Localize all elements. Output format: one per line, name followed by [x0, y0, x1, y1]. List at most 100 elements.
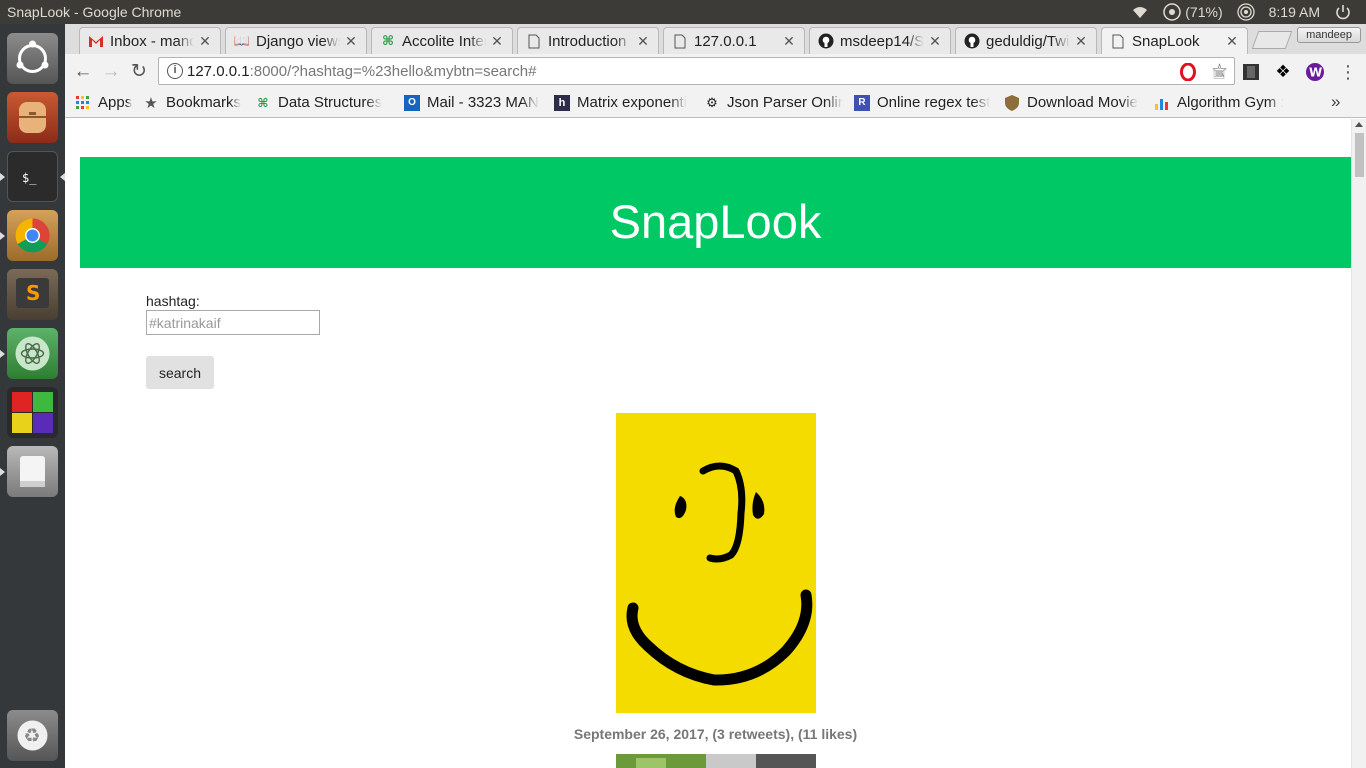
- reload-icon[interactable]: ↻: [127, 60, 151, 84]
- scroll-up-arrow-icon[interactable]: [1355, 122, 1363, 127]
- gmail-icon: [88, 33, 104, 49]
- page-viewport: SnapLook hashtag: search September 26, 2…: [65, 119, 1351, 768]
- bookmark-json-parser[interactable]: ⚙ Json Parser Onlir: [704, 94, 844, 111]
- tab-github-geduldig[interactable]: geduldig/Twi ✕: [955, 27, 1097, 54]
- close-icon[interactable]: ✕: [198, 33, 212, 50]
- atom-icon[interactable]: [7, 328, 58, 379]
- tab-label: SnapLook: [1132, 32, 1200, 50]
- tab-inbox[interactable]: Inbox - mand ✕: [79, 27, 221, 54]
- tab-github-msdeep14[interactable]: msdeep14/Sr ✕: [809, 27, 951, 54]
- running-indicator: [0, 350, 5, 358]
- drive-icon[interactable]: [7, 446, 58, 497]
- wifi-icon[interactable]: [1131, 3, 1149, 21]
- page-icon: [526, 33, 542, 49]
- hashtag-input[interactable]: [146, 310, 320, 335]
- clock[interactable]: 8:19 AM: [1269, 4, 1320, 20]
- tab-label: 127.0.0.1: [694, 32, 757, 50]
- new-tab-button[interactable]: [1251, 31, 1293, 49]
- close-icon[interactable]: ✕: [490, 33, 504, 50]
- github-icon: [818, 33, 834, 49]
- tab-label: Accolite Inter: [402, 32, 486, 50]
- extension-icon[interactable]: ▣: [1209, 62, 1229, 82]
- bookmarks-bar: Apps ★ Bookmarks ⌘ Data Structures O Mai…: [65, 90, 1366, 118]
- ubuntu-dash-icon[interactable]: [7, 33, 58, 84]
- opera-icon[interactable]: [1178, 62, 1198, 82]
- system-top-bar: SnapLook - Google Chrome (71%) 8:19 AM: [0, 0, 1366, 24]
- trash-icon[interactable]: ♻: [7, 710, 58, 761]
- bookmark-download-movie[interactable]: Download Movie: [1004, 94, 1143, 111]
- star-icon: ★: [144, 94, 158, 112]
- power-icon[interactable]: [1334, 3, 1352, 21]
- window-title: SnapLook - Google Chrome: [7, 4, 182, 20]
- files-icon[interactable]: [7, 92, 58, 143]
- close-icon[interactable]: ✕: [1074, 33, 1088, 50]
- puzzle-icon[interactable]: ❖: [1273, 62, 1293, 82]
- vertical-scrollbar[interactable]: [1351, 119, 1366, 768]
- bookmark-mail[interactable]: O Mail - 3323 MAN: [404, 94, 543, 111]
- tab-snaplook[interactable]: SnapLook ✕: [1101, 27, 1248, 54]
- hackerrank-icon: h: [554, 94, 570, 111]
- battery-percent: (71%): [1185, 4, 1223, 20]
- w-extension-icon[interactable]: W: [1305, 62, 1325, 82]
- running-indicator: [0, 173, 5, 181]
- hashtag-label: hashtag:: [146, 293, 200, 309]
- bookmark-label: Matrix exponenti: [577, 94, 688, 111]
- tab-accolite[interactable]: ⌘ Accolite Inter ✕: [371, 27, 513, 54]
- regex-icon: R: [854, 94, 870, 111]
- bookmark-label: Mail - 3323 MAN: [427, 94, 539, 111]
- forward-arrow-icon[interactable]: →: [99, 60, 123, 84]
- chrome-icon[interactable]: [7, 210, 58, 261]
- tab-strip: Inbox - mand ✕ 📖 Django views ✕ ⌘ Accoli…: [65, 24, 1366, 54]
- bookmark-data-structures[interactable]: ⌘ Data Structures: [255, 94, 387, 111]
- film-icon[interactable]: [1241, 62, 1261, 82]
- back-arrow-icon[interactable]: ←: [71, 60, 95, 84]
- close-icon[interactable]: ✕: [344, 33, 358, 50]
- tab-localhost[interactable]: 127.0.0.1 ✕: [663, 27, 805, 54]
- sublime-text-icon[interactable]: S: [7, 269, 58, 320]
- hackerearth-icon: ⌘: [257, 95, 269, 110]
- book-icon: 📖: [233, 33, 251, 48]
- bookmark-label: Data Structures: [278, 94, 383, 111]
- close-icon[interactable]: ✕: [928, 33, 942, 50]
- bookmark-bookmarks[interactable]: ★ Bookmarks: [143, 94, 247, 111]
- software-icon[interactable]: [7, 387, 58, 438]
- shield-icon: [1004, 94, 1020, 111]
- close-icon[interactable]: ✕: [1225, 33, 1239, 50]
- tab-label: geduldig/Twi: [986, 32, 1070, 50]
- battery-indicator[interactable]: (71%): [1163, 3, 1223, 21]
- svg-text:S: S: [26, 281, 40, 305]
- search-button[interactable]: search: [146, 356, 214, 389]
- scrollbar-thumb[interactable]: [1355, 133, 1364, 177]
- bookmark-label: Online regex test: [877, 94, 991, 111]
- menu-kebab-icon[interactable]: ⋮: [1338, 62, 1358, 82]
- profile-button[interactable]: mandeep: [1297, 27, 1361, 43]
- tweet-image: [616, 413, 816, 713]
- more-bookmarks-chevron-icon[interactable]: »: [1331, 92, 1340, 112]
- close-icon[interactable]: ✕: [636, 33, 650, 50]
- chart-icon: [1154, 95, 1170, 111]
- tab-introduction[interactable]: Introduction ✕: [517, 27, 659, 54]
- running-indicator: [0, 232, 5, 240]
- bookmark-label: Download Movie: [1027, 94, 1138, 111]
- tab-django-views[interactable]: 📖 Django views ✕: [225, 27, 367, 54]
- bookmark-algorithm-gym[interactable]: Algorithm Gym ::: [1154, 94, 1284, 111]
- bookmark-label: Json Parser Onlir: [727, 94, 843, 111]
- address-bar[interactable]: i 127.0.0.1:8000/?hashtag=%23hello&mybtn…: [158, 57, 1235, 85]
- terminal-icon[interactable]: $_: [7, 151, 58, 202]
- sound-icon[interactable]: [1236, 3, 1255, 21]
- bookmark-regex[interactable]: R Online regex test: [854, 94, 994, 111]
- page-header: SnapLook: [80, 157, 1351, 268]
- github-icon: [964, 33, 980, 49]
- tab-label: Inbox - mand: [110, 32, 194, 50]
- bookmark-apps[interactable]: Apps: [75, 94, 135, 111]
- launcher: $_ S ♻: [0, 24, 65, 768]
- json-icon: ⚙: [706, 94, 718, 110]
- tweet-image: [616, 754, 816, 768]
- bookmark-label: Bookmarks: [166, 94, 242, 111]
- url-text[interactable]: 127.0.0.1:8000/?hashtag=%23hello&mybtn=s…: [187, 63, 536, 80]
- bookmark-matrix[interactable]: h Matrix exponenti: [554, 94, 692, 111]
- chrome-window: Inbox - mand ✕ 📖 Django views ✕ ⌘ Accoli…: [65, 24, 1366, 768]
- close-icon[interactable]: ✕: [782, 33, 796, 50]
- tab-label: msdeep14/Sr: [840, 32, 924, 50]
- info-icon[interactable]: i: [167, 63, 183, 79]
